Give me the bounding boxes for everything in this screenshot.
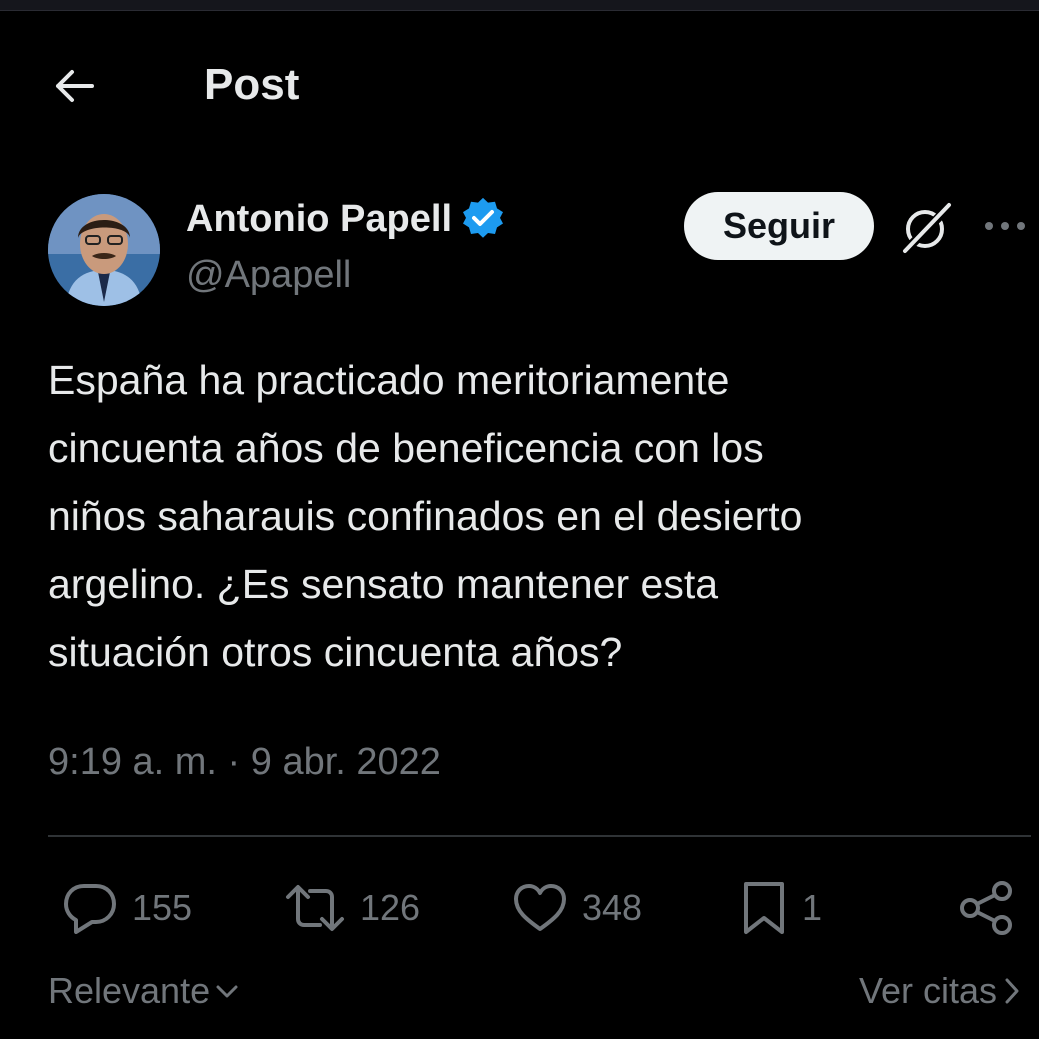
author-handle[interactable]: @Apapell [186, 252, 351, 298]
page-title: Post [204, 60, 300, 109]
chevron-down-icon [214, 981, 240, 1001]
avatar[interactable] [48, 194, 160, 306]
repost-count: 126 [360, 887, 421, 928]
follow-button[interactable]: Seguir [684, 192, 874, 260]
share-button[interactable] [958, 878, 1016, 938]
verified-badge-icon [460, 196, 506, 242]
share-icon [960, 881, 1012, 935]
reply-count: 155 [132, 887, 193, 928]
post-text: España ha practicado meritoriamente cinc… [48, 357, 803, 675]
post-timestamp[interactable]: 9:19 a. m. · 9 abr. 2022 [48, 738, 441, 786]
back-button[interactable] [40, 58, 108, 114]
view-quotes-label: Ver citas [858, 970, 997, 1011]
repost-icon [286, 885, 344, 931]
avatar-image [48, 194, 160, 306]
arrow-left-icon [56, 70, 94, 102]
repost-button[interactable]: 126 [284, 878, 420, 938]
reply-icon [64, 884, 116, 934]
grok-button[interactable] [896, 196, 958, 258]
like-button[interactable]: 348 [512, 878, 642, 938]
view-quotes-link[interactable]: Ver citas [859, 970, 1023, 1012]
sort-label: Relevante [48, 970, 211, 1011]
author-name-row: Antonio Papell [186, 194, 506, 244]
divider [48, 835, 1031, 837]
bookmark-button[interactable]: 1 [740, 878, 822, 938]
header: Post [0, 40, 1039, 130]
bookmark-icon [744, 882, 784, 934]
more-horizontal-icon [985, 222, 1025, 230]
author-name[interactable]: Antonio Papell [186, 198, 452, 241]
top-strip [0, 0, 1039, 11]
like-count: 348 [582, 887, 643, 928]
more-options-button[interactable] [980, 204, 1030, 248]
bookmark-count: 1 [802, 887, 823, 928]
sort-dropdown[interactable]: Relevante [48, 970, 240, 1012]
chevron-right-icon [1001, 974, 1023, 1008]
reply-button[interactable]: 155 [62, 878, 192, 938]
heart-icon [514, 884, 566, 931]
grok-icon [903, 203, 953, 253]
